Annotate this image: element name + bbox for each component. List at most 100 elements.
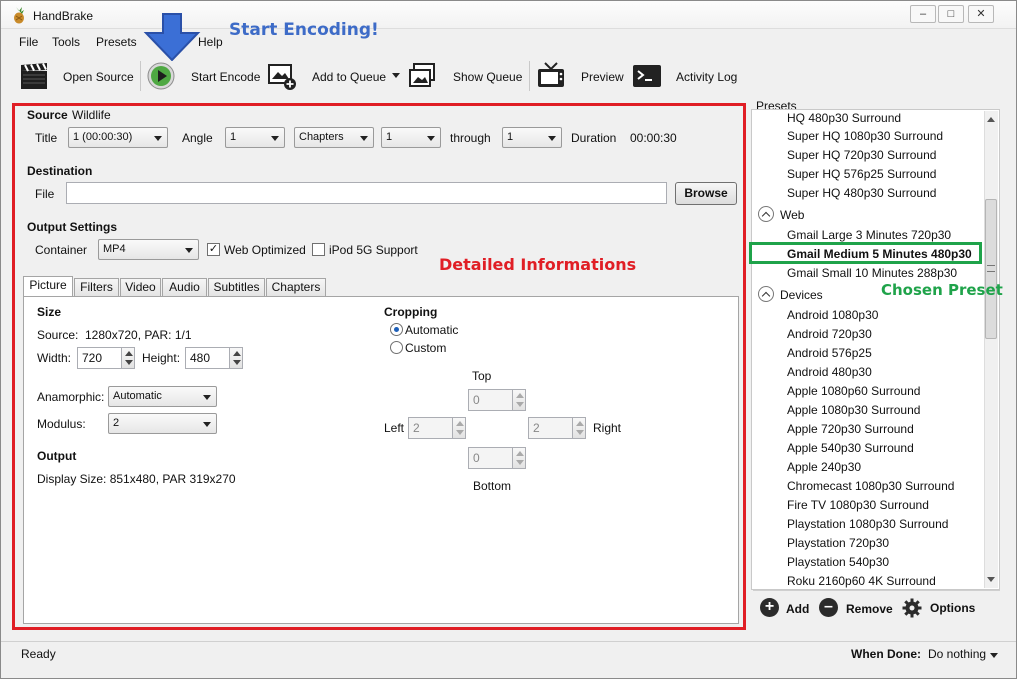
preset-item[interactable]: Playstation 1080p30 Surround [787, 517, 948, 531]
height-stepper[interactable] [229, 347, 243, 369]
preset-item[interactable]: Playstation 720p30 [787, 536, 889, 550]
height-input[interactable]: 480 [185, 347, 230, 369]
stepper-up-icon [576, 421, 584, 426]
preset-item[interactable]: Android 480p30 [787, 365, 872, 379]
preset-item[interactable]: Super HQ 1080p30 Surround [787, 129, 943, 143]
tab-filters[interactable]: Filters [74, 278, 119, 296]
preview-button[interactable]: Preview [581, 70, 624, 84]
preset-item[interactable]: Playstation 540p30 [787, 555, 889, 569]
preset-item[interactable]: Super HQ 576p25 Surround [787, 167, 936, 181]
preset-item[interactable]: Gmail Large 3 Minutes 720p30 [787, 228, 951, 242]
range-end-dropdown[interactable]: 1 [502, 127, 562, 148]
preset-item[interactable]: Super HQ 720p30 Surround [787, 148, 936, 162]
remove-preset-icon[interactable]: – [819, 598, 838, 617]
tab-audio[interactable]: Audio [162, 278, 207, 296]
crop-left-stepper[interactable] [452, 417, 466, 439]
remove-preset-button[interactable]: Remove [846, 602, 893, 616]
preset-item[interactable]: Apple 540p30 Surround [787, 441, 914, 455]
crop-top-stepper[interactable] [512, 389, 526, 411]
anamorphic-dropdown[interactable]: Automatic [108, 386, 217, 407]
angle-dropdown[interactable]: 1 [225, 127, 285, 148]
range-end-value: 1 [507, 131, 514, 143]
maximize-button[interactable]: □ [938, 5, 964, 23]
presets-scrollbar[interactable] [984, 111, 998, 588]
chevron-down-icon[interactable] [990, 653, 998, 658]
show-queue-button[interactable]: Show Queue [453, 70, 522, 84]
when-done-dropdown[interactable]: Do nothing [928, 647, 986, 661]
duration-value: 00:00:30 [630, 131, 677, 145]
crop-bottom-stepper[interactable] [512, 447, 526, 469]
handbrake-window: HandBrake – □ ✕ File Tools Presets Help … [0, 0, 1017, 679]
options-button[interactable]: Options [930, 601, 975, 615]
start-encoding-annotation: Start Encoding! [229, 20, 379, 40]
chevron-down-icon [360, 136, 368, 141]
preset-item[interactable]: Gmail Small 10 Minutes 288p30 [787, 266, 957, 280]
width-stepper[interactable] [121, 347, 135, 369]
modulus-dropdown[interactable]: 2 [108, 413, 217, 434]
crop-bottom-input[interactable]: 0 [468, 447, 513, 469]
title-dropdown[interactable]: 1 (00:00:30) [68, 127, 168, 148]
web-optimized-checkbox[interactable]: ✓ [207, 243, 220, 256]
add-to-queue-dropdown-icon[interactable] [392, 73, 400, 78]
collapse-web-icon[interactable] [758, 206, 774, 222]
preset-item[interactable]: Apple 1080p60 Surround [787, 384, 920, 398]
close-button[interactable]: ✕ [968, 5, 994, 23]
start-encode-button[interactable]: Start Encode [191, 70, 260, 84]
scroll-down-icon[interactable] [987, 577, 995, 582]
menu-file[interactable]: File [19, 35, 38, 49]
crop-left-input[interactable]: 2 [408, 417, 453, 439]
tv-preview-icon[interactable] [536, 61, 566, 91]
crop-automatic-radio[interactable] [390, 323, 403, 336]
tab-chapters[interactable]: Chapters [266, 278, 326, 296]
preset-category-web[interactable]: Web [780, 208, 804, 222]
preset-item[interactable]: Android 576p25 [787, 346, 872, 360]
preset-item[interactable]: Apple 720p30 Surround [787, 422, 914, 436]
crop-right-input[interactable]: 2 [528, 417, 573, 439]
terminal-icon[interactable] [632, 64, 662, 88]
preset-item[interactable]: Roku 2160p60 4K Surround [787, 574, 936, 588]
display-size-text: Display Size: 851x480, PAR 319x270 [37, 472, 236, 486]
tab-picture[interactable]: Picture [23, 276, 73, 296]
crop-top-input[interactable]: 0 [468, 389, 513, 411]
stepper-up-icon [456, 421, 464, 426]
stepper-down-icon [233, 360, 241, 365]
preset-category-devices[interactable]: Devices [780, 288, 823, 302]
preset-item[interactable]: Chromecast 1080p30 Surround [787, 479, 954, 493]
preset-item[interactable]: Apple 240p30 [787, 460, 861, 474]
menu-help[interactable]: Help [198, 35, 223, 49]
menu-presets[interactable]: Presets [96, 35, 137, 49]
play-icon[interactable] [147, 62, 175, 90]
width-input[interactable]: 720 [77, 347, 122, 369]
tab-subtitles[interactable]: Subtitles [208, 278, 265, 296]
range-start-dropdown[interactable]: 1 [381, 127, 441, 148]
minimize-button[interactable]: – [910, 5, 936, 23]
menu-tools[interactable]: Tools [52, 35, 80, 49]
crop-right-stepper[interactable] [572, 417, 586, 439]
crop-custom-radio[interactable] [390, 341, 403, 354]
picture-source-label: Source: [37, 328, 79, 342]
tab-video[interactable]: Video [120, 278, 161, 296]
container-dropdown[interactable]: MP4 [98, 239, 199, 260]
ipod-5g-checkbox[interactable] [312, 243, 325, 256]
preset-item[interactable]: Android 1080p30 [787, 308, 878, 322]
scroll-up-icon[interactable] [987, 117, 995, 122]
presets-list[interactable]: HQ 480p30 Surround Super HQ 1080p30 Surr… [751, 109, 1000, 590]
preset-item[interactable]: Android 720p30 [787, 327, 872, 341]
preset-item[interactable]: Fire TV 1080p30 Surround [787, 498, 929, 512]
open-source-button[interactable]: Open Source [63, 70, 134, 84]
add-to-queue-button[interactable]: Add to Queue [312, 70, 386, 84]
destination-file-input[interactable] [66, 182, 667, 204]
clapperboard-icon[interactable] [19, 61, 49, 91]
preset-item[interactable]: Super HQ 480p30 Surround [787, 186, 936, 200]
add-to-queue-icon[interactable] [266, 61, 296, 91]
add-preset-button[interactable]: Add [786, 602, 809, 616]
add-preset-icon[interactable]: + [760, 598, 779, 617]
show-queue-icon[interactable] [407, 61, 437, 91]
preset-item[interactable]: HQ 480p30 Surround [787, 111, 901, 125]
activity-log-button[interactable]: Activity Log [676, 70, 737, 84]
preset-item[interactable]: Apple 1080p30 Surround [787, 403, 920, 417]
collapse-devices-icon[interactable] [758, 286, 774, 302]
browse-button[interactable]: Browse [675, 182, 737, 205]
gear-icon[interactable] [902, 598, 922, 618]
range-mode-dropdown[interactable]: Chapters [294, 127, 374, 148]
